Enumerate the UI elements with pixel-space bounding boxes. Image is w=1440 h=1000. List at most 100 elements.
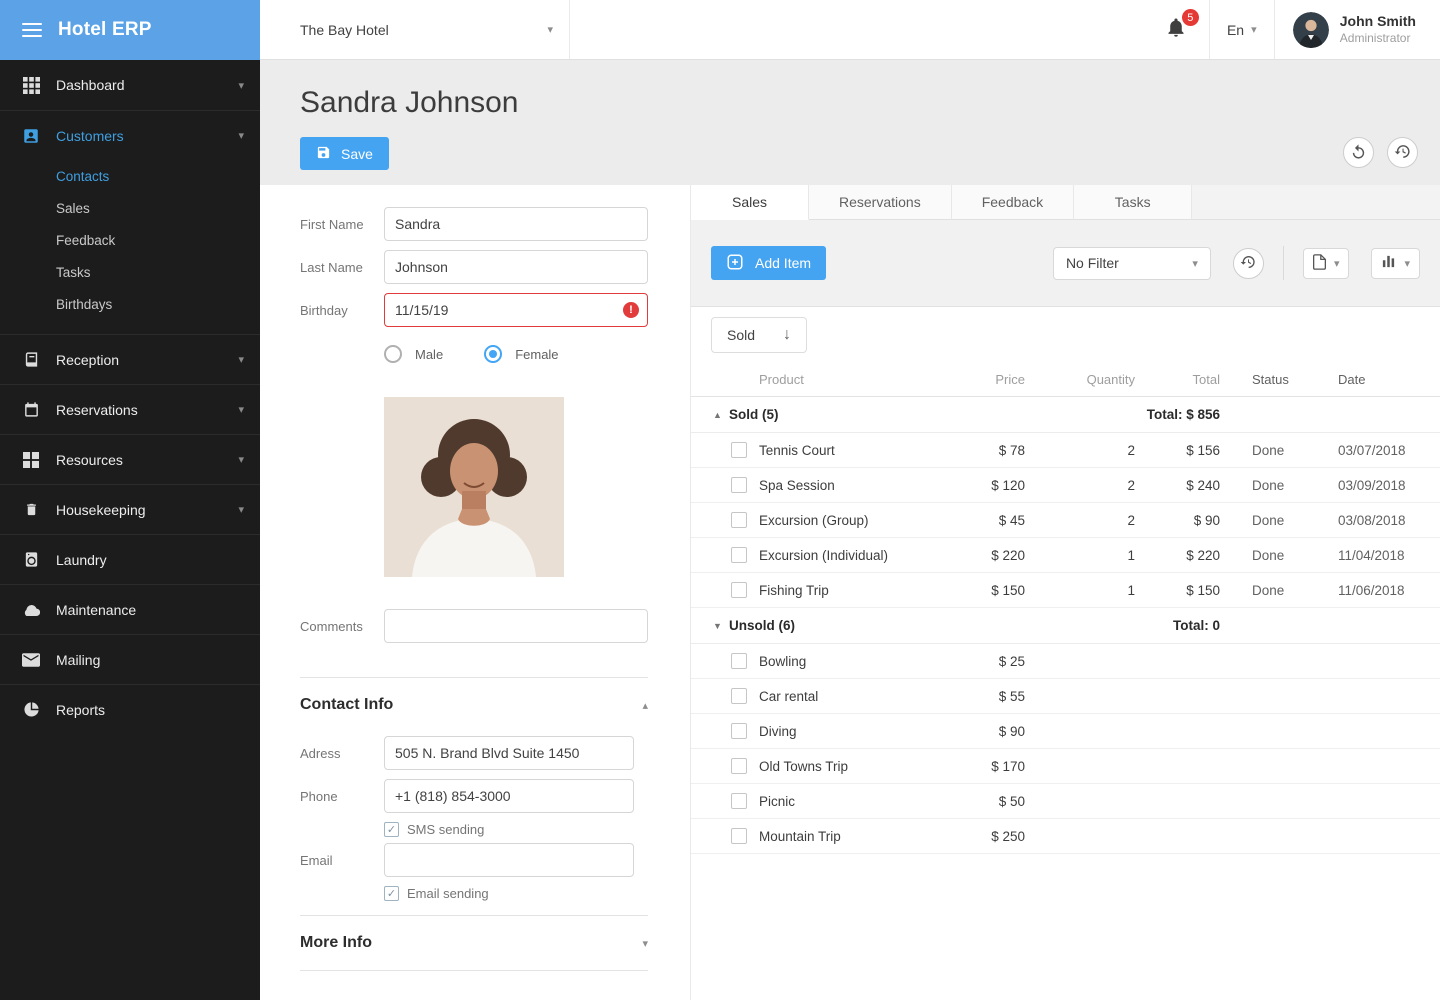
- sidebar-item-maintenance[interactable]: Maintenance: [0, 584, 260, 634]
- row-checkbox[interactable]: [731, 442, 747, 458]
- gender-female-radio[interactable]: Female: [484, 345, 559, 363]
- gender-male-radio[interactable]: Male: [384, 345, 443, 363]
- column-header-date[interactable]: Date: [1310, 372, 1420, 387]
- row-checkbox[interactable]: [731, 758, 747, 774]
- last-name-input[interactable]: [384, 250, 648, 284]
- sidebar-item-mailing[interactable]: Mailing: [0, 634, 260, 684]
- table-row[interactable]: Excursion (Group) $ 45 2 $ 90 Done 03/08/2018: [691, 503, 1440, 538]
- total-cell: $ 240: [1186, 477, 1220, 493]
- phone-input[interactable]: [384, 779, 634, 813]
- group-row-sold-5-[interactable]: ▲ Sold (5) Total: $ 856: [691, 397, 1440, 433]
- row-checkbox[interactable]: [731, 547, 747, 563]
- menu-icon[interactable]: [22, 23, 42, 37]
- sidebar-item-customers[interactable]: Customers ▾: [0, 110, 260, 160]
- chart-dropdown[interactable]: ▾: [1371, 247, 1420, 279]
- sidebar-subitem-birthdays[interactable]: Birthdays: [0, 288, 260, 320]
- price-cell: $ 150: [991, 582, 1025, 598]
- row-checkbox[interactable]: [731, 828, 747, 844]
- column-header-price[interactable]: Price: [930, 372, 1025, 387]
- tab-sales[interactable]: Sales: [691, 185, 809, 220]
- column-header-quantity[interactable]: Quantity: [1025, 372, 1135, 387]
- sidebar-item-reports[interactable]: Reports: [0, 684, 260, 734]
- sidebar-item-dashboard[interactable]: Dashboard ▾: [0, 60, 260, 110]
- address-input[interactable]: [384, 736, 634, 770]
- email-sending-option: ✓ Email sending: [384, 886, 648, 901]
- group-name: Unsold (6): [729, 618, 795, 633]
- sort-row: Sold ↓: [691, 307, 1440, 363]
- sidebar-item-housekeeping[interactable]: Housekeeping ▾: [0, 484, 260, 534]
- group-row-unsold-6-[interactable]: ▼ Unsold (6) Total: 0: [691, 608, 1440, 644]
- first-name-input[interactable]: [384, 207, 648, 241]
- tab-bar-filler: [1192, 185, 1440, 220]
- history-button-toolbar[interactable]: [1232, 247, 1264, 279]
- dashboard-icon: [22, 76, 40, 94]
- sort-button[interactable]: Sold ↓: [711, 317, 807, 353]
- language-selector[interactable]: En ▾: [1208, 0, 1275, 59]
- maintenance-icon: [22, 603, 40, 617]
- filter-select[interactable]: No Filter ▾: [1052, 246, 1211, 280]
- sidebar-subitem-feedback[interactable]: Feedback: [0, 224, 260, 256]
- table-row[interactable]: Old Towns Trip $ 170: [691, 749, 1440, 784]
- table-row[interactable]: Picnic $ 50: [691, 784, 1440, 819]
- group-expand-icon[interactable]: ▼: [713, 621, 729, 631]
- chevron-down-icon: ▾: [1404, 257, 1410, 270]
- table-row[interactable]: Spa Session $ 120 2 $ 240 Done 03/09/2018: [691, 468, 1440, 503]
- sidebar-subitem-sales[interactable]: Sales: [0, 192, 260, 224]
- row-checkbox[interactable]: [731, 512, 747, 528]
- table-row[interactable]: Fishing Trip $ 150 1 $ 150 Done 11/06/2018: [691, 573, 1440, 608]
- sidebar-subitem-contacts[interactable]: Contacts: [0, 160, 260, 192]
- column-header-product[interactable]: Product: [759, 372, 930, 387]
- sidebar-item-resources[interactable]: Resources ▾: [0, 434, 260, 484]
- tab-reservations[interactable]: Reservations: [809, 185, 952, 220]
- add-item-button[interactable]: Add Item: [711, 246, 827, 280]
- sidebar-subitem-tasks[interactable]: Tasks: [0, 256, 260, 288]
- customer-photo: [384, 397, 564, 577]
- history-button[interactable]: [1387, 137, 1418, 168]
- add-item-label: Add Item: [755, 255, 812, 271]
- row-checkbox[interactable]: [731, 723, 747, 739]
- group-total: Total: $ 856: [1146, 407, 1220, 422]
- save-button[interactable]: Save: [300, 137, 389, 170]
- quantity-cell: 2: [1127, 442, 1135, 458]
- row-checkbox[interactable]: [731, 653, 747, 669]
- sms-checkbox[interactable]: ✓: [384, 822, 399, 837]
- row-checkbox[interactable]: [731, 582, 747, 598]
- row-checkbox[interactable]: [731, 688, 747, 704]
- email-checkbox[interactable]: ✓: [384, 886, 399, 901]
- status-cell: Done: [1252, 547, 1285, 563]
- email-input[interactable]: [384, 843, 634, 877]
- contact-info-header[interactable]: Contact Info ▴: [300, 696, 648, 714]
- table-row[interactable]: Mountain Trip $ 250: [691, 819, 1440, 854]
- birthday-input[interactable]: [384, 293, 648, 327]
- mailing-icon: [22, 652, 40, 667]
- group-total: Total: 0: [1173, 618, 1220, 633]
- laundry-icon: [22, 551, 40, 568]
- last-name-label: Last Name: [300, 259, 363, 275]
- export-file-dropdown[interactable]: ▾: [1302, 247, 1350, 279]
- sidebar-item-laundry[interactable]: Laundry: [0, 534, 260, 584]
- sidebar-item-reception[interactable]: Reception ▾: [0, 334, 260, 384]
- hotel-selector[interactable]: The Bay Hotel ▾: [260, 0, 570, 59]
- comments-input[interactable]: [384, 609, 648, 643]
- tab-feedback[interactable]: Feedback: [951, 185, 1075, 220]
- more-info-header[interactable]: More Info ▾: [300, 934, 648, 952]
- tab-tasks[interactable]: Tasks: [1074, 185, 1193, 220]
- user-menu[interactable]: John Smith Administrator: [1275, 0, 1440, 59]
- checkbox-cell: [691, 723, 759, 739]
- table-row[interactable]: Diving $ 90: [691, 714, 1440, 749]
- column-header-total[interactable]: Total: [1135, 372, 1220, 387]
- table-row[interactable]: Car rental $ 55: [691, 679, 1440, 714]
- table-row[interactable]: Excursion (Individual) $ 220 1 $ 220 Done 11/…: [691, 538, 1440, 573]
- sidebar-item-reservations[interactable]: Reservations ▾: [0, 384, 260, 434]
- avatar: [1292, 11, 1329, 48]
- table-row[interactable]: Tennis Court $ 78 2 $ 156 Done 03/07/2018: [691, 433, 1440, 468]
- refresh-button[interactable]: [1343, 137, 1374, 168]
- sidebar-item-label: Mailing: [56, 651, 101, 668]
- table-row[interactable]: Bowling $ 25: [691, 644, 1440, 679]
- row-checkbox[interactable]: [731, 477, 747, 493]
- product-cell: Spa Session: [759, 477, 835, 493]
- group-collapse-icon[interactable]: ▲: [713, 410, 729, 420]
- row-checkbox[interactable]: [731, 793, 747, 809]
- notifications-button[interactable]: 5: [1143, 0, 1209, 59]
- column-header-status[interactable]: Status: [1220, 372, 1310, 387]
